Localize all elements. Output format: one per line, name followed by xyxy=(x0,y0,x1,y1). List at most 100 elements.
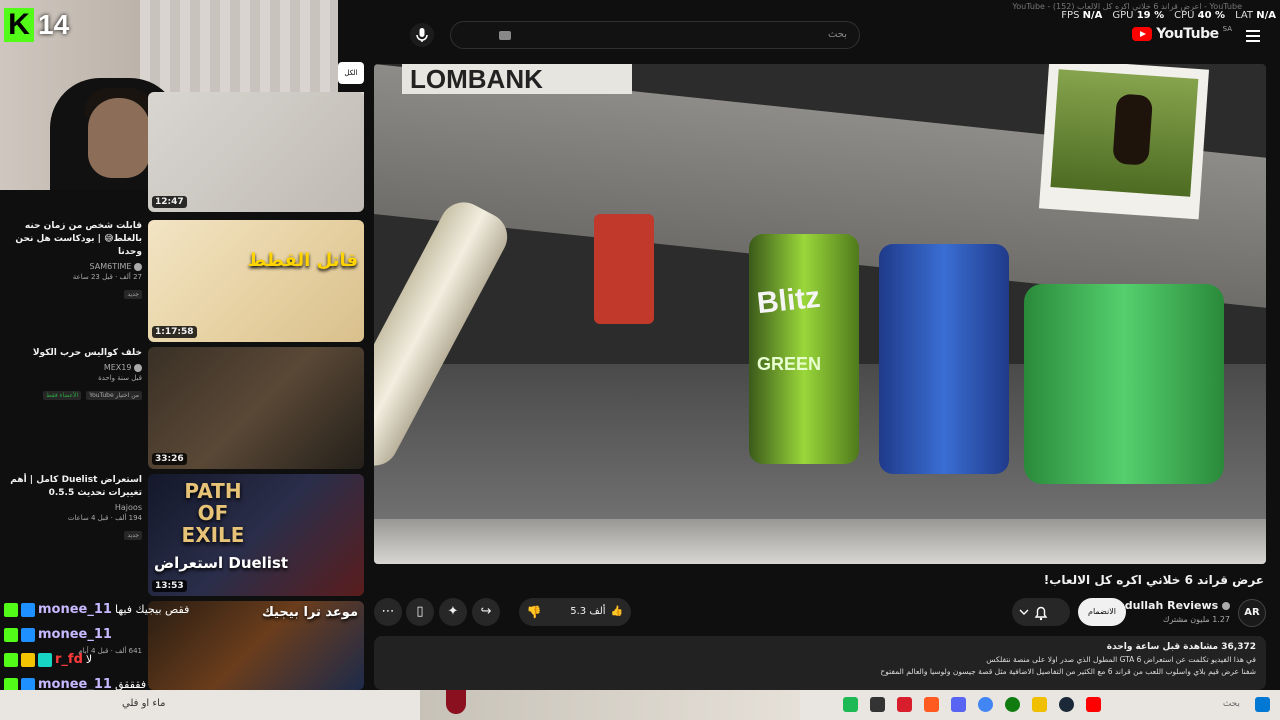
video-title[interactable]: خلف كواليس حرب الكولا xyxy=(6,347,142,360)
recommendation-item[interactable]: PATH OF EXILE استعراض Duelist 13:53 استع… xyxy=(8,474,366,596)
channel-name[interactable]: Abdullah Reviews xyxy=(1108,599,1230,612)
app-icon[interactable] xyxy=(843,697,858,712)
verified-icon xyxy=(134,363,142,372)
video-info: خلف كواليس حرب الكولا MEX19 قبل سنة واحد… xyxy=(6,347,142,401)
new-badge: جديد xyxy=(124,531,142,540)
bookmark-icon: ▯ xyxy=(416,604,424,619)
hamburger-menu-icon[interactable] xyxy=(1246,30,1260,42)
drink-can xyxy=(749,234,859,464)
thumbnail-logo: PATH OF EXILE xyxy=(181,479,245,547)
channel-actions-row: AR Abdullah Reviews 1.27 مليون مشترك الا… xyxy=(374,596,1266,630)
stat-lat: LAT N/A xyxy=(1235,10,1276,21)
thumbnail-text: موعد ترا بيجيك xyxy=(261,605,358,620)
dislike-button[interactable]: 👎 xyxy=(519,598,549,626)
video-thumbnail[interactable]: PATH OF EXILE استعراض Duelist 13:53 xyxy=(148,474,364,596)
stat-fps: FPS N/A xyxy=(1061,10,1103,21)
video-thumbnail[interactable]: 33:26 xyxy=(148,347,364,469)
discord-icon[interactable] xyxy=(951,697,966,712)
recommendation-item[interactable]: موعد ترا بيجيك 641 ألف · قبل 4 أيام xyxy=(8,601,366,690)
duration-badge: 12:47 xyxy=(152,196,187,208)
video-info: 641 ألف · قبل 4 أيام xyxy=(6,645,142,655)
video-meta: قبل سنة واحدة xyxy=(98,374,142,382)
video-meta: 641 ألف · قبل 4 أيام xyxy=(78,647,142,655)
share-icon: ↪ xyxy=(480,604,492,619)
performance-overlay: FPS N/A GPU 19 % CPU 40 % LAT N/A xyxy=(1061,10,1276,21)
like-dislike-group: 5.3 ألف 👍 👎 xyxy=(519,598,631,626)
bell-icon xyxy=(1019,606,1048,621)
thumbs-down-icon: 👎 xyxy=(526,605,542,619)
channel-name[interactable]: MEX19 xyxy=(6,363,142,372)
video-player[interactable]: LOMBANK Blitz GREEN xyxy=(374,64,1266,564)
recommendation-item[interactable]: قاتل القطط 1:17:58 قابلت شخص من زمان حنه… xyxy=(8,220,366,342)
video-meta: 194 ألف · قبل 4 ساعات xyxy=(67,514,142,522)
description-text: شفنا عرض قيم بلاي واسلوب اللعب من قراند … xyxy=(880,667,1256,676)
like-count: 5.3 ألف xyxy=(570,606,606,617)
youtube-pick-badge: من اختيار YouTube xyxy=(86,391,142,400)
video-meta: 27 ألف · قبل 23 ساعة xyxy=(72,273,142,281)
windows-start-icon[interactable] xyxy=(1255,697,1270,712)
duration-badge: 1:17:58 xyxy=(152,326,197,338)
dog-photo xyxy=(1038,64,1210,220)
thumbnail-text: استعراض Duelist xyxy=(154,554,289,572)
subscribed-button[interactable] xyxy=(1012,598,1070,626)
stat-gpu: GPU 19 % xyxy=(1112,10,1165,21)
app-icon[interactable] xyxy=(870,697,885,712)
duration-badge: 33:26 xyxy=(152,453,187,465)
video-info: استعراض Duelist كامل | أهم تغييرات تحديث… xyxy=(6,474,142,541)
xbox-icon[interactable] xyxy=(1005,697,1020,712)
drink-can xyxy=(879,244,1009,474)
thumbs-up-icon: 👍 xyxy=(610,606,623,617)
verified-icon xyxy=(134,262,142,271)
video-description[interactable]: 36,372 مشاهدة قبل ساعة واحدة في هذا الفي… xyxy=(374,636,1266,690)
keyboard-icon[interactable] xyxy=(499,31,511,40)
verified-icon xyxy=(1222,602,1230,610)
video-thumbnail[interactable]: قاتل القطط 1:17:58 xyxy=(148,220,364,342)
channel-name[interactable]: Hajoos xyxy=(6,503,142,512)
subscriber-count: 1.27 مليون مشترك xyxy=(1162,615,1230,624)
video-title[interactable]: قابلت شخص من زمان حنه بالغلط😅 | بودكاست … xyxy=(6,220,142,259)
video-thumbnail[interactable]: موعد ترا بيجيك xyxy=(148,601,364,690)
youtube-icon[interactable] xyxy=(1086,697,1101,712)
new-badge: جديد xyxy=(124,290,142,299)
save-button[interactable]: ▯ xyxy=(406,598,434,626)
stat-cpu: CPU 40 % xyxy=(1174,10,1226,21)
chat-input-text[interactable]: ماء او فلي xyxy=(122,698,166,709)
streamer-figure xyxy=(420,690,800,720)
youtube-logo[interactable]: YouTube SA xyxy=(1132,25,1232,42)
video-thumbnail[interactable]: 12:47 xyxy=(148,92,364,212)
duration-badge: 13:53 xyxy=(152,580,187,592)
ask-button[interactable]: ✦ xyxy=(439,598,467,626)
brave-icon[interactable] xyxy=(924,697,939,712)
recommendation-item[interactable]: 33:26 خلف كواليس حرب الكولا MEX19 قبل سن… xyxy=(8,347,366,469)
channel-avatar[interactable]: AR xyxy=(1238,599,1266,627)
members-only-badge: الأعضاء فقط xyxy=(43,391,82,400)
more-actions-button[interactable]: ⋯ xyxy=(374,598,402,626)
recommendation-item[interactable]: 12:47 xyxy=(8,0,366,214)
chrome-icon[interactable] xyxy=(978,697,993,712)
can-label: GREEN xyxy=(757,354,822,374)
search-input[interactable]: بحث xyxy=(450,21,860,49)
view-count: 36,372 مشاهدة قبل ساعة واحدة xyxy=(1106,642,1256,652)
like-button[interactable]: 5.3 ألف 👍 xyxy=(570,598,623,626)
recommendations-sidebar: 12:47 قاتل القطط 1:17:58 قابلت شخص من زم… xyxy=(0,92,366,690)
app-icon[interactable] xyxy=(897,697,912,712)
more-icon: ⋯ xyxy=(381,604,395,619)
sparkle-icon: ✦ xyxy=(447,604,459,619)
youtube-play-icon xyxy=(1132,27,1153,41)
channel-name[interactable]: SAM6TIME xyxy=(6,262,142,271)
join-button[interactable]: الانضمام xyxy=(1078,598,1126,626)
folder-icon[interactable] xyxy=(1032,697,1047,712)
share-button[interactable]: ↪ xyxy=(472,598,500,626)
steam-icon[interactable] xyxy=(1059,697,1074,712)
description-text: في هذا الفيديو تكلمت عن استعراض GTA 6 ال… xyxy=(986,655,1256,664)
thumbnail-text: قاتل القطط xyxy=(247,250,358,271)
voice-search-button[interactable] xyxy=(410,23,434,47)
taskbar-search[interactable]: بحث xyxy=(1223,699,1240,709)
video-title[interactable]: استعراض Duelist كامل | أهم تغييرات تحديث… xyxy=(6,474,142,500)
butter-tub xyxy=(1024,284,1224,484)
microphone-icon xyxy=(416,28,428,42)
video-info: قابلت شخص من زمان حنه بالغلط😅 | بودكاست … xyxy=(6,220,142,300)
shelf-sign: LOMBANK xyxy=(402,64,632,94)
video-title: عرض قراند 6 خلاني اكره كل الالعاب! xyxy=(1043,573,1264,587)
screen: YouTube - اعرض قراند 6 خلاني اكره كل الا… xyxy=(0,0,1280,720)
